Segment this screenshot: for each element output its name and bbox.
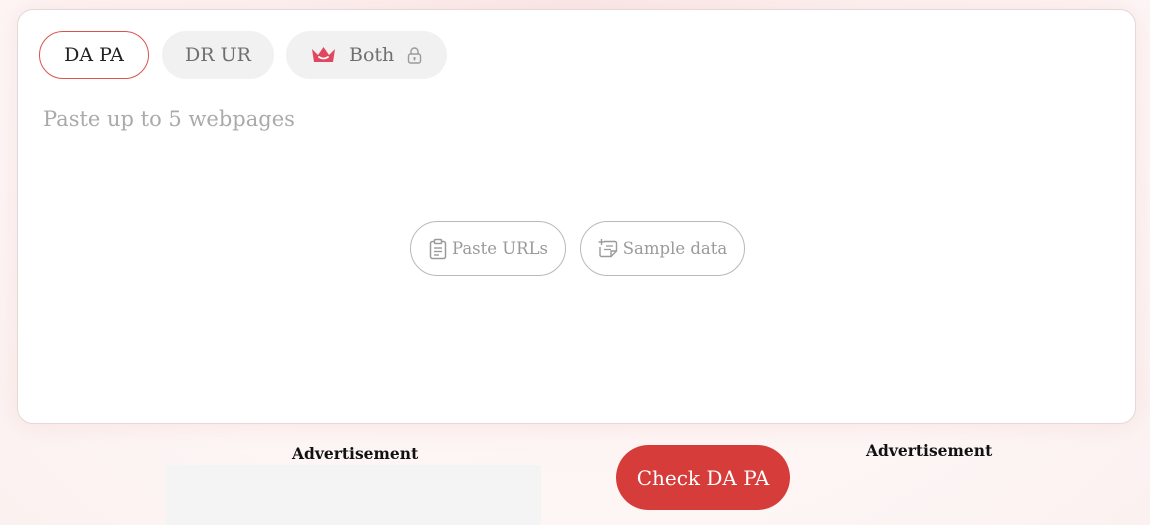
tab-both-label: Both — [349, 44, 395, 66]
advertisement-label-left: Advertisement — [292, 444, 419, 463]
check-da-pa-label: Check DA PA — [636, 465, 770, 490]
advertisement-label-right: Advertisement — [866, 441, 993, 460]
paste-urls-label: Paste URLs — [451, 239, 549, 258]
tab-da-pa[interactable]: DA PA — [39, 31, 149, 79]
lock-icon — [407, 46, 422, 64]
tab-dr-ur[interactable]: DR UR — [162, 31, 274, 79]
sample-data-button[interactable]: Sample data — [580, 221, 745, 276]
url-input-placeholder[interactable]: Paste up to 5 webpages — [43, 107, 295, 131]
clipboard-icon — [429, 238, 447, 259]
tab-da-pa-label: DA PA — [64, 44, 124, 66]
advertisement-slot-left — [166, 465, 541, 525]
tab-both[interactable]: Both — [286, 31, 447, 79]
sample-document-icon — [598, 239, 617, 258]
paste-urls-button[interactable]: Paste URLs — [410, 221, 566, 276]
url-input-card: DA PA DR UR Both Paste up to 5 webpages — [17, 9, 1136, 424]
check-da-pa-button[interactable]: Check DA PA — [616, 445, 790, 510]
crown-icon — [311, 46, 336, 64]
sample-data-label: Sample data — [622, 239, 728, 258]
tab-dr-ur-label: DR UR — [185, 44, 251, 66]
